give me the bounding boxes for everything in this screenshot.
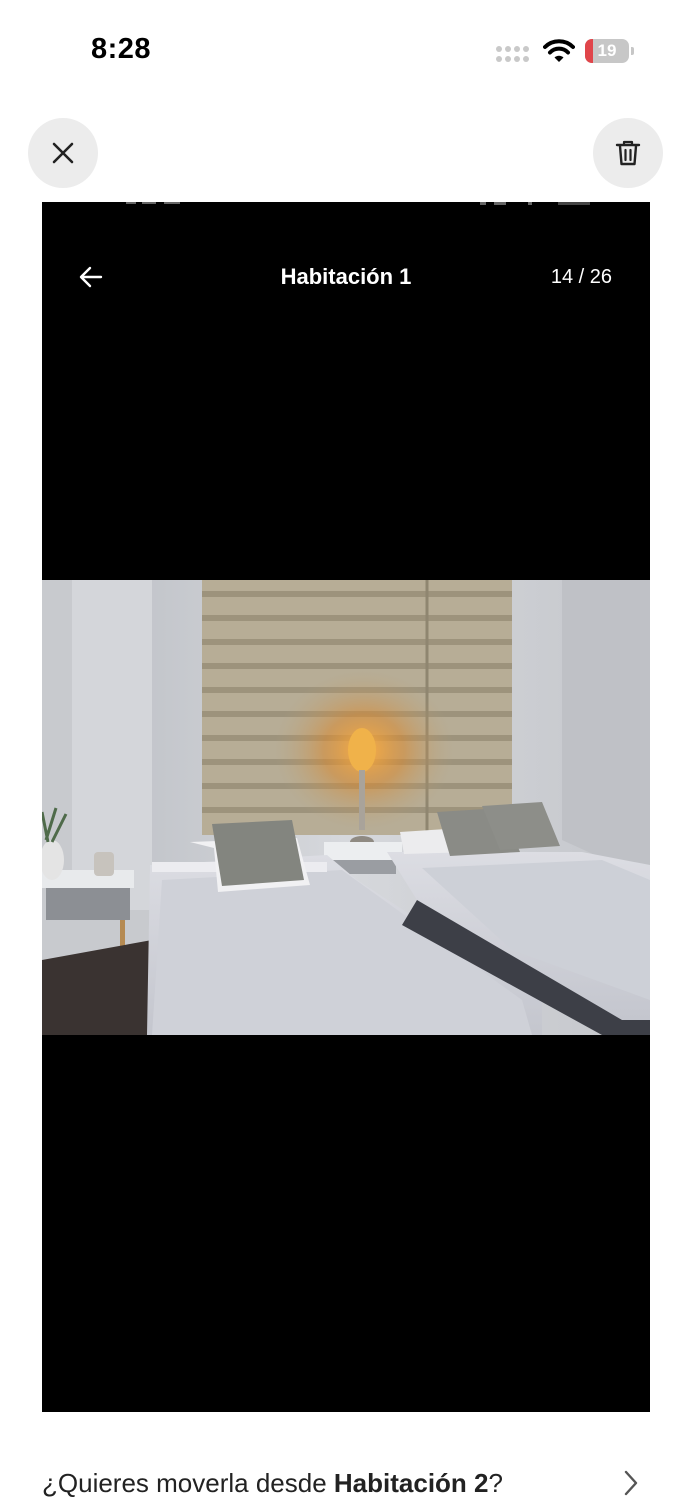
cropped-status-remnant xyxy=(126,202,590,205)
bedroom-photo xyxy=(42,580,650,1035)
move-prompt-room: Habitación 2 xyxy=(333,1468,489,1498)
move-prompt-suffix: ? xyxy=(488,1468,503,1498)
wifi-icon xyxy=(543,39,575,62)
battery-level: 19 xyxy=(597,41,617,60)
move-prompt-text: ¿Quieres moverla desde Habitación 2? xyxy=(42,1468,503,1499)
move-prompt-prefix: ¿Quieres moverla desde xyxy=(42,1468,334,1498)
delete-button[interactable] xyxy=(593,118,663,188)
chevron-right-icon xyxy=(624,1470,638,1496)
close-button[interactable] xyxy=(28,118,98,188)
screenshot-preview: Habitación 1 14 / 26 xyxy=(42,202,650,1412)
close-icon xyxy=(52,142,74,164)
status-time: 8:28 xyxy=(91,33,152,65)
cellular-signal-icon xyxy=(496,44,532,64)
battery-icon: 19 xyxy=(585,39,635,63)
trash-icon xyxy=(615,140,641,166)
photo-counter: 14 / 26 xyxy=(550,266,612,288)
move-from-room-row[interactable]: ¿Quieres moverla desde Habitación 2? xyxy=(42,1462,650,1502)
gallery-header: Habitación 1 14 / 26 xyxy=(42,254,650,304)
status-bar: 8:28 19 xyxy=(0,0,692,100)
